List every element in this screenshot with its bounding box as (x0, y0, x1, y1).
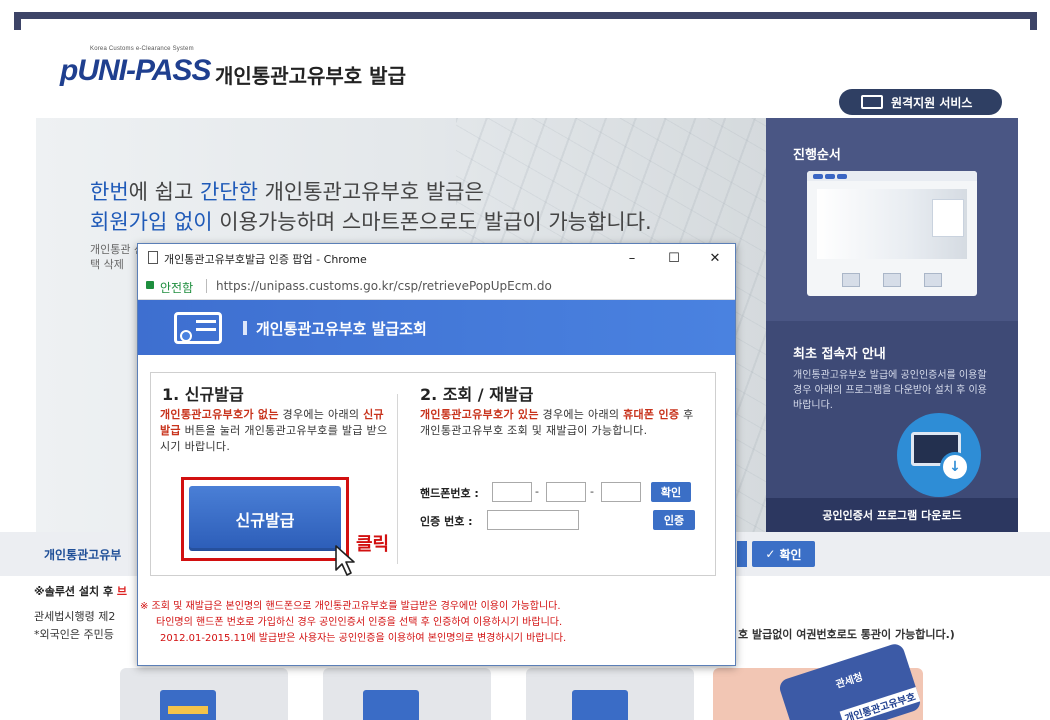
download-arrow-icon: ↓ (940, 452, 970, 482)
band-confirm-button[interactable]: ✓ 확인 (752, 541, 815, 567)
top-frame-right (1030, 12, 1037, 30)
lock-icon (146, 281, 154, 289)
address-bar[interactable]: 안전함 https://unipass.customs.go.kr/csp/re… (138, 272, 735, 300)
close-button[interactable]: ✕ (694, 246, 736, 270)
certificate-icon-line (196, 328, 216, 331)
tab-personal-code[interactable]: 개인통관고유부 (44, 546, 121, 563)
logo-tagline: Korea Customs e-Clearance System (90, 46, 194, 52)
preview-icon (842, 273, 860, 287)
maximize-button[interactable]: ☐ (653, 246, 695, 270)
lookup-title: 2. 조회 / 재발급 (420, 385, 534, 404)
phone-dash: - (535, 485, 539, 498)
secure-label: 안전함 (160, 281, 194, 295)
header-bar-mark (243, 321, 247, 335)
top-frame-left (14, 12, 21, 30)
section-divider (397, 394, 398, 564)
first-access-note: 개인통관고유부호 발급에 공인인증서를 이용할 경우 아래의 프로그램을 다운받… (793, 370, 987, 411)
phone-confirm-button[interactable]: 확인 (651, 482, 691, 502)
certificate-seal (180, 330, 192, 342)
popup-titlebar[interactable]: 개인통관고유부호발급 인증 팝업 - Chrome – ☐ ✕ (138, 244, 735, 272)
document-icon-stripe (168, 706, 208, 714)
hero-headline-1: 한번에 쉽고 간단한 개인통관고유부호 발급은 (90, 180, 484, 204)
url-text[interactable]: https://unipass.customs.go.kr/csp/retrie… (216, 279, 552, 293)
warning-line-1: ※ 조회 및 재발급은 본인명의 핸드폰으로 개인통관고유부호를 발급받은 경우… (140, 601, 561, 612)
preview-step (825, 174, 835, 179)
cert-program-download-button[interactable]: 공인인증서 프로그램 다운로드 (766, 498, 1018, 532)
notice-solution: ※솔루션 설치 후 브 (34, 585, 128, 598)
first-access-title: 최초 접속자 안내 (793, 347, 886, 362)
page-title: 개인통관고유부호 발급 (215, 64, 406, 88)
monitor-icon (861, 95, 883, 109)
uni-pass-logo[interactable]: pUNI-PASS (60, 54, 211, 88)
address-separator (206, 279, 207, 293)
notice-passport: 호 발급없이 여권번호로도 통관이 가능합니다.) (738, 628, 955, 641)
phone-input-1[interactable] (492, 482, 532, 502)
lookup-desc: 개인통관고유부호가 있는 경우에는 아래의 휴대폰 인증 후 개인통관고유부호 … (420, 408, 694, 437)
new-issue-button[interactable]: 신규발급 (189, 486, 341, 551)
popup-header: 개인통관고유부호 발급조회 (138, 300, 735, 355)
band-confirm-label: 확인 (779, 547, 802, 562)
auth-popup-window: 개인통관고유부호발급 인증 팝업 - Chrome – ☐ ✕ 안전함 http… (137, 243, 736, 666)
warning-line-2: 타인명의 핸드폰 번호로 가입하신 경우 공인인증서 인증을 선택 후 인증하여… (156, 617, 563, 628)
remote-support-button[interactable]: 원격지원 서비스 (839, 89, 1002, 115)
minimize-button[interactable]: – (611, 246, 653, 270)
progress-preview-image[interactable] (807, 171, 977, 296)
preview-icon (924, 273, 942, 287)
auth-number-label: 인증 번호 : (420, 515, 473, 528)
preview-icon (883, 273, 901, 287)
progress-title: 진행순서 (793, 148, 841, 163)
auth-number-input[interactable] (487, 510, 579, 530)
remote-support-label: 원격지원 서비스 (891, 95, 973, 110)
certificate-icon-line (196, 320, 216, 323)
folder-icon (363, 690, 419, 720)
popup-warning: ※ 조회 및 재발급은 본인명의 핸드폰으로 개인통관고유부호를 발급받은 경우… (140, 599, 730, 647)
hero-headline-2: 회원가입 없이 이용가능하며 스마트폰으로도 발급이 가능합니다. (90, 210, 652, 234)
notice-customs-law: 관세법시행령 제2 (34, 610, 116, 623)
check-icon: ✓ (765, 547, 776, 561)
click-annotation: 클릭 (356, 534, 390, 555)
warning-line-3: 2012.01-2015.11에 발급받은 사용자는 공인인증을 이용하여 본인… (160, 633, 567, 644)
notice-foreigner: *외국인은 주민등 (34, 628, 114, 641)
popup-header-title: 개인통관고유부호 발급조회 (256, 320, 427, 338)
phone-dash: - (590, 485, 594, 498)
phone-label: 핸드폰번호 : (420, 487, 479, 500)
band-input-edge (737, 541, 747, 567)
auth-button[interactable]: 인증 (653, 510, 695, 530)
phone-input-3[interactable] (601, 482, 641, 502)
preview-step (837, 174, 847, 179)
preview-popup (932, 199, 964, 237)
phone-input-2[interactable] (546, 482, 586, 502)
new-issue-title: 1. 신규발급 (162, 385, 244, 404)
mouse-cursor-icon (335, 545, 355, 576)
clipboard-icon (572, 690, 628, 720)
page: Korea Customs e-Clearance System pUNI-PA… (0, 0, 1050, 720)
page-icon (148, 251, 158, 264)
top-frame-bar (14, 12, 1037, 19)
preview-step (813, 174, 823, 179)
document-icon (160, 690, 216, 720)
new-issue-desc: 개인통관고유부호가 없는 경우에는 아래의 신규발급 버튼을 눌러 개인통관고유… (160, 408, 388, 453)
popup-window-title: 개인통관고유부호발급 인증 팝업 - Chrome (164, 253, 367, 266)
